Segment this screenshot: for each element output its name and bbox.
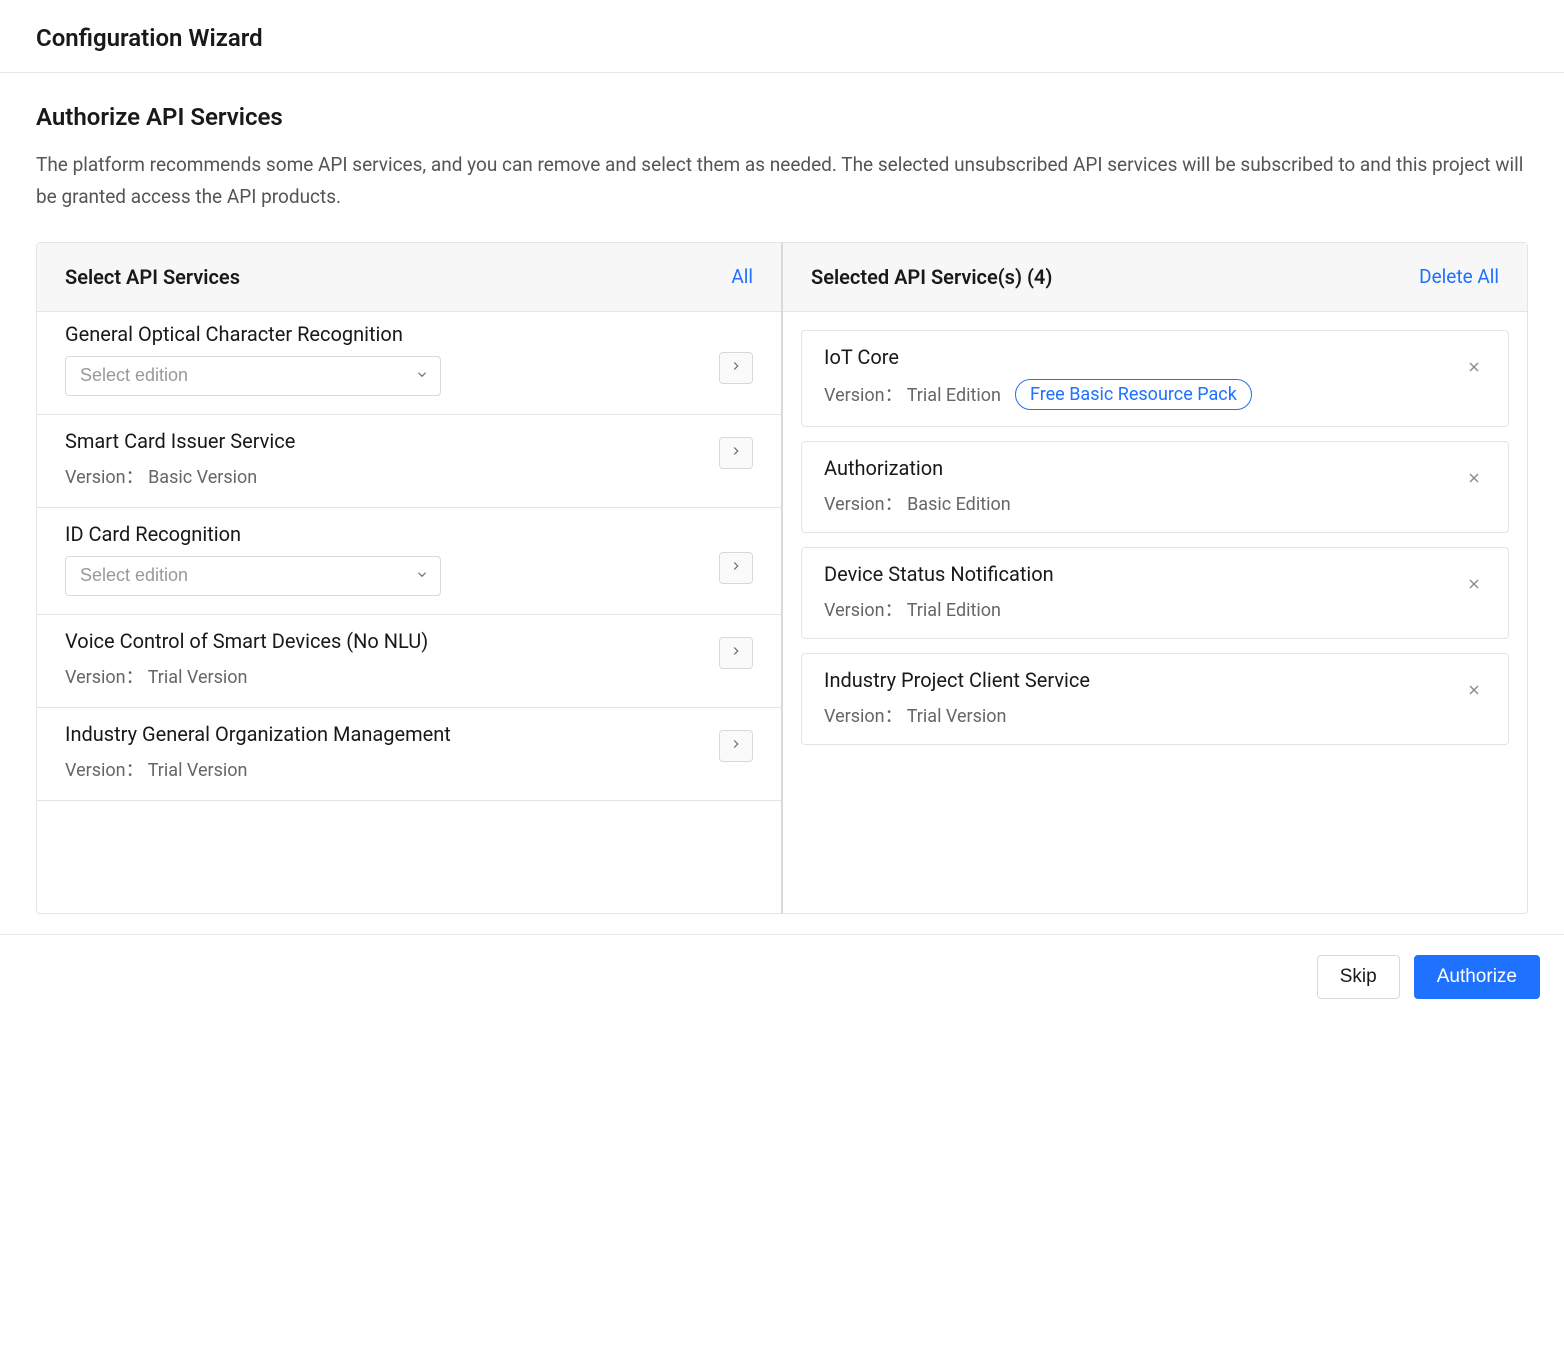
available-item: Industry General Organization Management… <box>37 708 781 801</box>
close-icon <box>1466 359 1482 379</box>
selected-item-name: Device Status Notification <box>824 562 1460 586</box>
available-panel-title: Select API Services <box>65 265 240 289</box>
chevron-right-icon <box>729 359 743 376</box>
selected-item-version: Version： Trial Version <box>824 702 1007 728</box>
selected-item-version: Version： Trial Edition <box>824 596 1001 622</box>
edition-select[interactable]: Select edition <box>65 356 441 396</box>
available-item-name: Industry General Organization Management <box>65 722 705 746</box>
free-pack-badge[interactable]: Free Basic Resource Pack <box>1015 379 1252 410</box>
available-item: Smart Card Issuer Service Version： Basic… <box>37 415 781 508</box>
close-icon <box>1466 470 1482 490</box>
available-panel: Select API Services All General Optical … <box>37 243 783 913</box>
available-item-version: Version： Basic Version <box>65 463 705 489</box>
available-item-name: Smart Card Issuer Service <box>65 429 705 453</box>
available-item-name: ID Card Recognition <box>65 522 705 546</box>
available-item: General Optical Character Recognition Se… <box>37 312 781 415</box>
selected-panel: Selected API Service(s) (4) Delete All I… <box>783 243 1527 913</box>
selected-item: IoT Core Version： Trial Edition Free Bas… <box>801 330 1509 427</box>
selected-item-version: Version： Basic Edition <box>824 490 1011 516</box>
remove-button[interactable] <box>1460 355 1488 383</box>
available-item-name: Voice Control of Smart Devices (No NLU) <box>65 629 705 653</box>
chevron-right-icon <box>729 444 743 461</box>
selected-panel-title: Selected API Service(s) (4) <box>811 265 1052 289</box>
remove-button[interactable] <box>1460 572 1488 600</box>
available-panel-header: Select API Services All <box>37 243 781 312</box>
available-item: Voice Control of Smart Devices (No NLU) … <box>37 615 781 708</box>
available-item-version: Version： Trial Version <box>65 756 705 782</box>
selected-item-name: Authorization <box>824 456 1460 480</box>
select-all-link[interactable]: All <box>731 265 753 288</box>
close-icon <box>1466 682 1482 702</box>
authorize-button[interactable]: Authorize <box>1414 955 1540 999</box>
selected-item: Device Status Notification Version： Tria… <box>801 547 1509 639</box>
available-item: ID Card Recognition Select edition <box>37 508 781 615</box>
selected-item-name: IoT Core <box>824 345 1460 369</box>
transfer-panels: Select API Services All General Optical … <box>36 242 1528 914</box>
available-list: General Optical Character Recognition Se… <box>37 312 781 913</box>
selected-item-name: Industry Project Client Service <box>824 668 1460 692</box>
add-button[interactable] <box>719 730 753 762</box>
remove-button[interactable] <box>1460 466 1488 494</box>
add-button[interactable] <box>719 552 753 584</box>
section-description: The platform recommends some API service… <box>36 149 1528 214</box>
add-button[interactable] <box>719 637 753 669</box>
selected-item-version: Version： Trial Edition <box>824 381 1001 407</box>
content: Authorize API Services The platform reco… <box>0 73 1564 934</box>
footer: Skip Authorize <box>0 934 1564 1023</box>
selected-list: IoT Core Version： Trial Edition Free Bas… <box>783 312 1527 913</box>
remove-button[interactable] <box>1460 678 1488 706</box>
add-button[interactable] <box>719 437 753 469</box>
section-title: Authorize API Services <box>36 103 1528 131</box>
skip-button[interactable]: Skip <box>1317 955 1400 999</box>
add-button[interactable] <box>719 352 753 384</box>
chevron-right-icon <box>729 737 743 754</box>
chevron-right-icon <box>729 559 743 576</box>
available-item-name: General Optical Character Recognition <box>65 322 705 346</box>
available-item-version: Version： Trial Version <box>65 663 705 689</box>
edition-select[interactable]: Select edition <box>65 556 441 596</box>
chevron-right-icon <box>729 644 743 661</box>
delete-all-link[interactable]: Delete All <box>1419 265 1499 288</box>
selected-item: Industry Project Client Service Version：… <box>801 653 1509 745</box>
selected-item: Authorization Version： Basic Edition <box>801 441 1509 533</box>
close-icon <box>1466 576 1482 596</box>
selected-panel-header: Selected API Service(s) (4) Delete All <box>783 243 1527 312</box>
page-header: Configuration Wizard <box>0 0 1564 73</box>
page-title: Configuration Wizard <box>36 24 1528 52</box>
